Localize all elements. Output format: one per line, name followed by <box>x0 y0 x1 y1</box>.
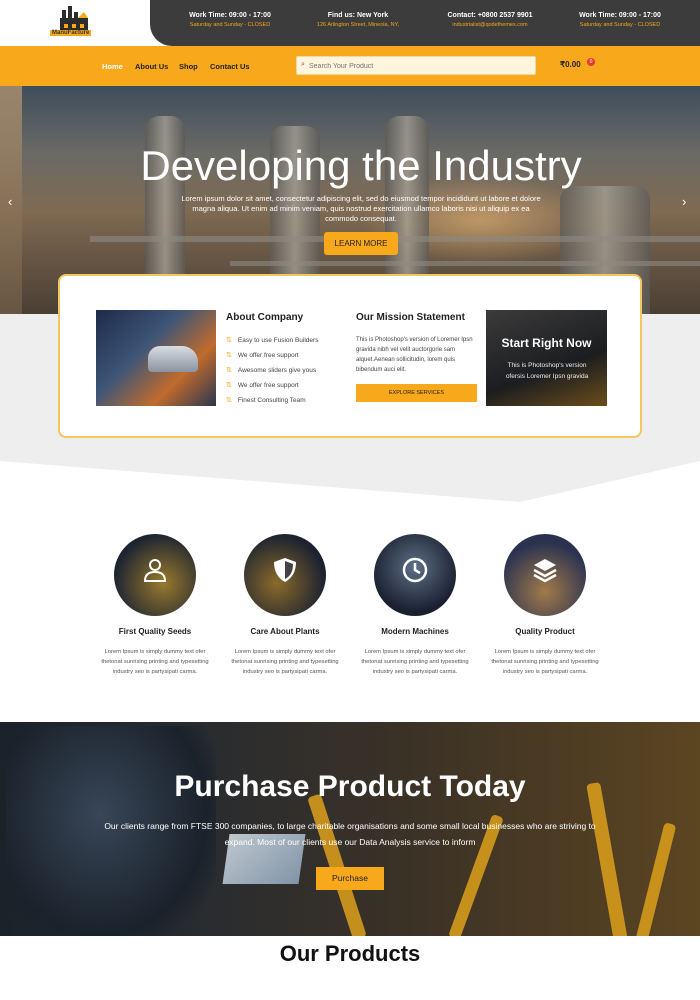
start-title: Start Right Now <box>501 336 592 350</box>
shield-icon <box>274 558 296 582</box>
feature-image <box>244 534 326 616</box>
clock-icon <box>402 557 428 583</box>
feature-item: ⇅ Awesome sliders give yous <box>226 367 317 374</box>
robot-arm <box>307 793 367 936</box>
purchase-button[interactable]: Purchase <box>316 867 384 890</box>
info-work-time: Work Time: 09:00 - 17:00 Saturday and Su… <box>189 12 271 28</box>
explore-services-button[interactable]: EXPLORE SERVICES <box>356 384 477 402</box>
info-work-time-2: Work Time: 09:00 - 17:00 Saturday and Su… <box>579 12 661 28</box>
feature-image <box>114 534 196 616</box>
learn-more-button[interactable]: LEARN MORE <box>324 232 398 255</box>
check-icon: ⇅ <box>226 367 232 374</box>
cart-total[interactable]: ₹0.00 <box>560 60 581 69</box>
feature-text: Lorem Ipsum is simply dummy text ofer th… <box>361 649 469 675</box>
info-location: Find us: New York 126 Arlington Street, … <box>316 12 400 28</box>
about-title: About Company <box>226 312 304 323</box>
search-input[interactable] <box>309 59 529 73</box>
feature-item: ⇅ We offer free support <box>226 382 299 389</box>
car-shape <box>148 346 198 372</box>
mission-text: This is Photoshop's version of Loremer I… <box>356 337 473 373</box>
products-title: Our Products <box>279 941 421 966</box>
nav-bar: Home About Us Shop Contact Us ⌕ ₹0.00 0 <box>0 46 700 86</box>
feature-title: Quality Product <box>515 627 575 636</box>
nav-shop[interactable]: Shop <box>179 62 198 71</box>
slider-prev-arrow[interactable]: ‹ <box>8 194 12 209</box>
feature-title: Care About Plants <box>250 627 320 636</box>
feature-title: Modern Machines <box>381 627 449 636</box>
nav-home[interactable]: Home <box>102 62 123 71</box>
nav-contact-us[interactable]: Contact Us <box>210 62 250 71</box>
feature-title: First Quality Seeds <box>118 627 192 636</box>
robot-arm <box>635 822 677 936</box>
feature-text: Lorem Ipsum is simply dummy text ofer th… <box>231 649 339 675</box>
feature-image <box>504 534 586 616</box>
logo-text: ManuFacture <box>50 30 92 36</box>
intro-card: About Company ⇅ Easy to use Fusion Builde… <box>58 274 642 438</box>
cart-count-badge: 0 <box>587 58 595 66</box>
factory-image <box>96 310 216 406</box>
feature-text: Lorem Ipsum is simply dummy text ofer th… <box>491 649 599 675</box>
feature-text: Lorem Ipsum is simply dummy text ofer th… <box>101 649 209 675</box>
feature-image <box>374 534 456 616</box>
mission-title: Our Mission Statement <box>356 312 465 323</box>
feature-item: ⇅ We offer free support <box>226 352 299 359</box>
start-now-panel[interactable]: Start Right Now This is Photoshop's vers… <box>486 310 607 406</box>
layers-icon <box>533 559 557 583</box>
purchase-text: Our clients range from FTSE 300 companie… <box>104 821 596 847</box>
purchase-section: Purchase Product Today Our clients range… <box>0 722 700 936</box>
hero-text: Lorem ipsum dolor sit amet, consectetur … <box>181 194 541 223</box>
feature-item: ⇅ Finest Consulting Team <box>226 397 306 404</box>
nav-about-us[interactable]: About Us <box>135 62 168 71</box>
start-text: This is Photoshop's version ofersis Lore… <box>505 362 589 380</box>
hero-pipe <box>230 261 700 266</box>
check-icon: ⇅ <box>226 397 232 404</box>
top-bar: ManuFacture Work Time: 09:00 - 17:00 Sat… <box>0 0 700 46</box>
check-icon: ⇅ <box>226 337 232 344</box>
hero-title: Developing the Industry <box>140 142 582 189</box>
purchase-title: Purchase Product Today <box>174 770 526 803</box>
search-icon: ⌕ <box>301 61 305 68</box>
user-icon <box>143 559 167 582</box>
robot-arm <box>586 781 628 936</box>
slider-next-arrow[interactable]: › <box>682 194 686 209</box>
info-contact: Contact: +0800 2537 9901 industrialist@q… <box>447 12 533 28</box>
feature-item: ⇅ Easy to use Fusion Builders <box>226 337 319 344</box>
info-band: Work Time: 09:00 - 17:00 Saturday and Su… <box>150 0 700 46</box>
check-icon: ⇅ <box>226 382 232 389</box>
check-icon: ⇅ <box>226 352 232 359</box>
search-box[interactable]: ⌕ <box>296 56 536 75</box>
